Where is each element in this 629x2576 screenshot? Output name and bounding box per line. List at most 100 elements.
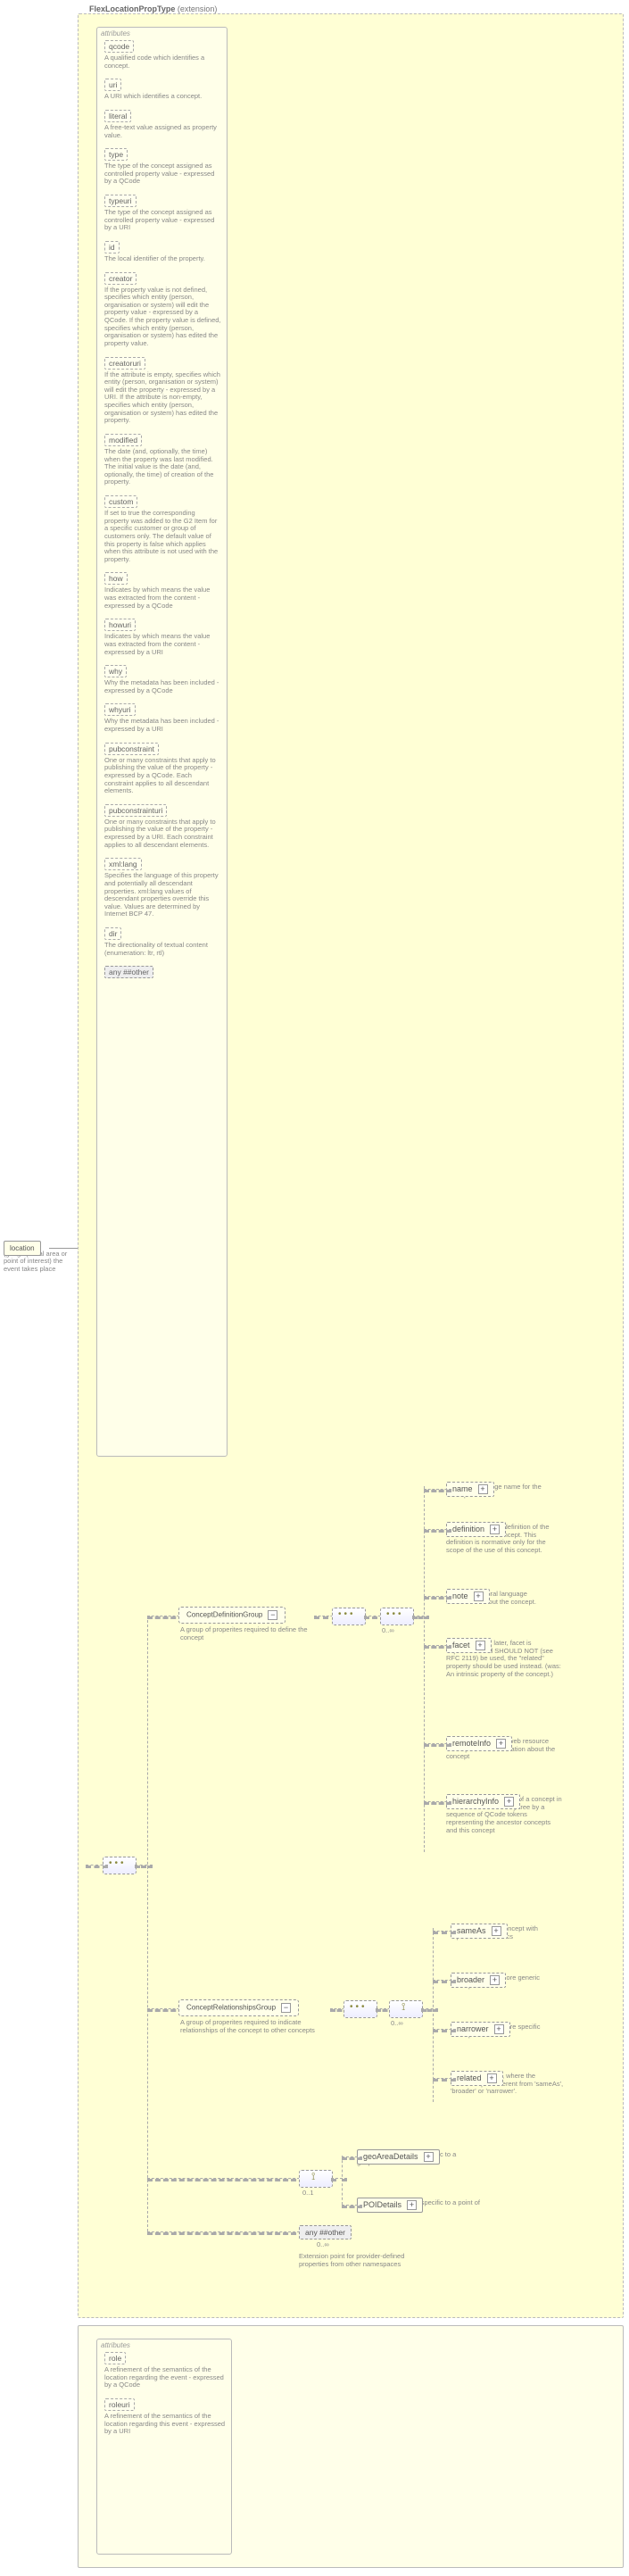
attr-custom: custom (104, 495, 137, 508)
attr-desc: A refinement of the semantics of the loc… (104, 2366, 226, 2389)
root-location: location (4, 1241, 41, 1256)
attr-desc: One or many constraints that apply to pu… (104, 757, 221, 795)
attr-whyuri: whyuri (104, 703, 136, 716)
attr-desc: The local identifier of the property. (104, 255, 221, 263)
attr-howuri: howuri (104, 619, 136, 631)
attr-desc: A free-text value assigned as property v… (104, 124, 221, 139)
plus-icon[interactable]: + (496, 1739, 506, 1749)
attr-creator: creator (104, 272, 137, 285)
attr-desc: Why the metadata has been included - exp… (104, 718, 221, 733)
connector (49, 1248, 78, 1249)
group-def-desc: A group of properites required to define… (180, 1626, 314, 1641)
attr-typeuri: typeuri (104, 195, 137, 207)
elem-narrower: narrower+ (451, 2022, 510, 2037)
connector (147, 2231, 304, 2235)
root-label: location (10, 1244, 35, 1252)
plus-icon[interactable]: + (494, 2024, 504, 2034)
connector (147, 1616, 148, 2231)
rel-seq (343, 2000, 377, 2018)
group-label: ConceptDefinitionGroup (186, 1611, 262, 1619)
attr-desc: If the property value is not defined, sp… (104, 287, 221, 348)
attr-desc: The type of the concept assigned as cont… (104, 162, 221, 186)
extension-title: FlexLocationPropType (extension) (89, 4, 217, 13)
attr-xml:lang: xml:lang (104, 858, 142, 870)
attr-desc: Why the metadata has been included - exp… (104, 679, 221, 694)
attr-desc: The directionality of textual content (e… (104, 942, 221, 957)
group-label: ConceptRelationshipsGroup (186, 2004, 276, 2012)
rel-choice (389, 2000, 423, 2018)
occurs: 0..∞ (317, 2240, 329, 2248)
attr-any-other: any ##other (104, 966, 153, 978)
connector (421, 2008, 438, 2012)
plus-icon[interactable]: + (504, 1797, 514, 1807)
attr-desc: Indicates by which means the value was e… (104, 633, 221, 656)
attributes-title: attributes (101, 29, 227, 37)
connector (331, 2178, 347, 2181)
attr-desc: Indicates by which means the value was e… (104, 586, 221, 610)
connector (135, 1865, 153, 1868)
attributes-frame: attributes qcodeA qualified code which i… (96, 27, 228, 1457)
plus-icon[interactable]: + (490, 1525, 500, 1534)
plus-icon[interactable]: + (424, 2152, 434, 2162)
elem-broader: broader+ (451, 1973, 506, 1988)
attributes-title: attributes (101, 2341, 231, 2349)
area-choice (299, 2170, 333, 2188)
elem-name: name+ (446, 1482, 494, 1497)
attr-desc: If the attribute is empty, specifies whi… (104, 371, 221, 425)
plus-icon[interactable]: + (478, 1484, 488, 1494)
plus-icon[interactable]: + (407, 2200, 417, 2210)
attr-desc: A qualified code which identifies a conc… (104, 54, 221, 70)
elem-hierarchyInfo: hierarchyInfo+ (446, 1794, 520, 1809)
group-rel-desc: A group of properites required to indica… (180, 2019, 332, 2034)
def-seq2 (380, 1608, 414, 1625)
any-desc: Extension point for provider-defined pro… (299, 2253, 424, 2268)
plus-icon[interactable]: + (476, 1641, 485, 1650)
attr-desc: If set to true the corresponding propert… (104, 510, 221, 563)
any-other-ext: any ##other (299, 2225, 352, 2239)
attr-literal: literal (104, 110, 131, 122)
occurs: 0..∞ (391, 2019, 403, 2027)
attr-how: how (104, 572, 128, 585)
connector (412, 1616, 429, 1619)
attr-desc: A refinement of the semantics of the loc… (104, 2413, 226, 2436)
attr-pubconstrainturi: pubconstrainturi (104, 804, 167, 817)
attr-desc: One or many constraints that apply to pu… (104, 819, 221, 850)
occurs: 0..∞ (382, 1626, 394, 1634)
attr-uri: uri (104, 79, 121, 91)
connector (86, 1865, 108, 1868)
group-concept-definition: ConceptDefinitionGroup− (178, 1607, 286, 1624)
attr-why: why (104, 665, 127, 677)
connector (433, 1928, 434, 2102)
attr-type: type (104, 148, 128, 161)
elem-geoAreaDetails: geoAreaDetails+ (357, 2149, 440, 2165)
minus-icon[interactable]: − (281, 2003, 291, 2013)
attr-creatoruri: creatoruri (104, 357, 145, 370)
plus-icon[interactable]: + (490, 1975, 500, 1985)
def-seq (332, 1608, 366, 1625)
attr-pubconstraint: pubconstraint (104, 743, 159, 755)
plus-icon[interactable]: + (487, 2073, 497, 2083)
minus-icon[interactable]: − (268, 1610, 277, 1620)
plus-icon[interactable]: + (492, 1926, 501, 1936)
attr-dir: dir (104, 927, 121, 940)
elem-sameAs: sameAs+ (451, 1924, 508, 1939)
attr-desc: Specifies the language of this property … (104, 872, 221, 918)
attr-qcode: qcode (104, 40, 134, 53)
attr-desc: The date (and, optionally, the time) whe… (104, 448, 221, 486)
attr-role: role (104, 2352, 126, 2364)
attr-id: id (104, 241, 120, 253)
attributes-frame-bottom: attributes role A refinement of the seman… (96, 2339, 232, 2555)
plus-icon[interactable]: + (474, 1591, 484, 1601)
elem-remoteInfo: remoteInfo+ (446, 1736, 512, 1751)
connector (424, 1486, 425, 1852)
attr-desc: A URI which identifies a concept. (104, 93, 221, 101)
connector (147, 2178, 304, 2181)
elem-definition: definition+ (446, 1522, 506, 1537)
occurs: 0..1 (302, 2189, 314, 2197)
attr-modified: modified (104, 434, 142, 446)
elem-note: note+ (446, 1589, 490, 1604)
group-concept-relationships: ConceptRelationshipsGroup− (178, 1999, 299, 2016)
elem-related: related+ (451, 2071, 503, 2086)
elem-POIDetails: POIDetails+ (357, 2198, 423, 2213)
attr-desc: The type of the concept assigned as cont… (104, 209, 221, 232)
